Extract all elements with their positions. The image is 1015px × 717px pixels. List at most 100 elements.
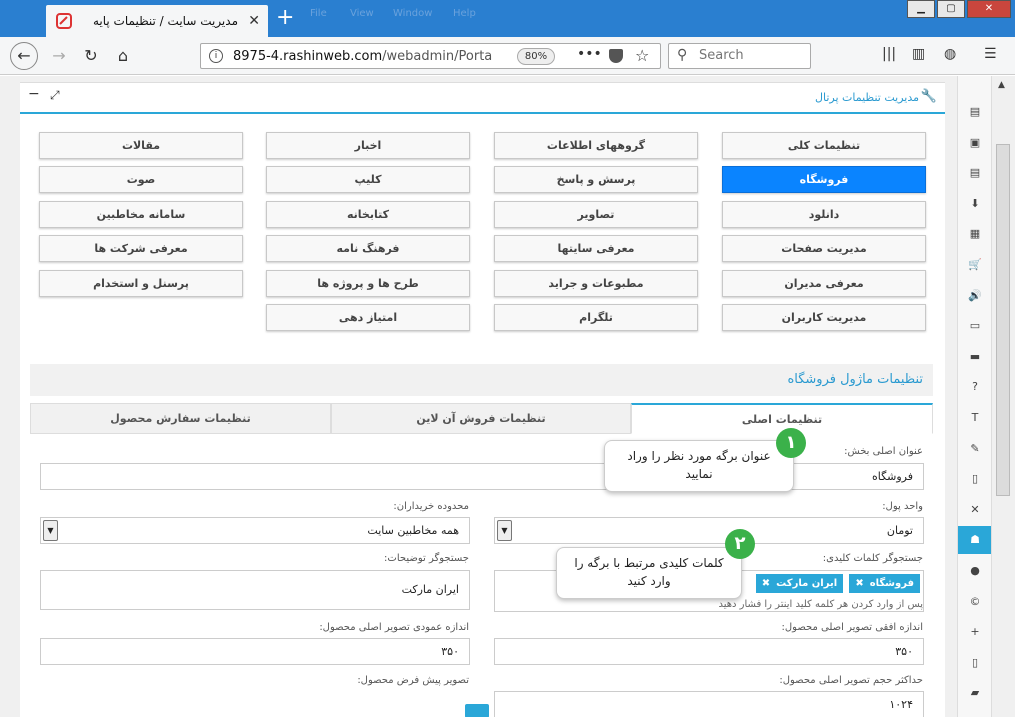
menu-help[interactable]: Help xyxy=(453,8,476,19)
tab-close-icon[interactable]: ✕ xyxy=(248,13,260,29)
callout-bubble-title: عنوان برگه مورد نظر را وراد نمایید xyxy=(604,440,794,492)
search-box[interactable]: ⚲ xyxy=(668,43,811,69)
minimize-icon[interactable]: ▁ xyxy=(907,0,935,18)
window-close-icon[interactable]: ✕ xyxy=(967,0,1011,18)
maxsize-label: حداکثر حجم تصویر اصلی محصول: xyxy=(779,675,923,686)
module-button[interactable]: معرفی مدیران xyxy=(722,270,926,297)
forward-icon[interactable]: → xyxy=(48,45,70,67)
module-button[interactable]: دانلود xyxy=(722,201,926,228)
description-input[interactable]: ایران مارکت xyxy=(40,570,470,610)
module-button[interactable]: پرسش و پاسخ xyxy=(494,166,698,193)
menu-file[interactable]: File xyxy=(310,8,327,19)
back-icon[interactable]: ← xyxy=(10,42,38,70)
hamburger-menu-icon[interactable]: ☰ xyxy=(984,46,997,62)
scrollbar-thumb[interactable] xyxy=(996,144,1010,496)
expand-icon[interactable]: ⤢ xyxy=(50,88,60,103)
section-title: تنظیمات ماژول فروشگاه xyxy=(787,372,923,387)
monitor-icon[interactable]: ▭ xyxy=(958,312,992,340)
mail-icon[interactable]: ✉ xyxy=(958,710,992,717)
book-icon[interactable]: ▬ xyxy=(958,343,992,371)
film-icon[interactable]: ▦ xyxy=(958,220,992,248)
zoom-indicator[interactable]: 80% xyxy=(517,48,555,65)
maxsize-input[interactable]: ۱۰۲۴ xyxy=(494,691,924,717)
mobile-icon[interactable]: ▯ xyxy=(958,649,992,677)
buyers-select[interactable]: همه مخاطبین سایت ▼ xyxy=(40,517,470,544)
hsize-input[interactable]: ۳۵۰ xyxy=(494,638,924,665)
panel-header: 🔧 مدیریت تنظیمات پرتال − ⤢ xyxy=(20,83,945,114)
currency-select[interactable]: تومان ▼ xyxy=(494,517,924,544)
tab-online-sales[interactable]: تنظیمات فروش آن لاین xyxy=(331,403,631,434)
url-text[interactable]: 8975-4.rashinweb.com/webadmin/Porta xyxy=(233,49,492,64)
remove-tag-icon[interactable]: ✖ xyxy=(762,578,770,589)
module-button[interactable]: تنظیمات کلی xyxy=(722,132,926,159)
address-bar[interactable]: i 8975-4.rashinweb.com/webadmin/Porta 80… xyxy=(200,43,661,69)
module-button[interactable]: معرفی سایتها xyxy=(494,235,698,262)
module-button[interactable]: فروشگاه xyxy=(722,166,926,193)
browser-tab[interactable]: مدیریت سایت / تنظیمات پایه ✕ xyxy=(46,5,268,37)
file-x-icon[interactable]: ✕ xyxy=(958,496,992,524)
module-button[interactable]: طرح ها و پروژه ها xyxy=(266,270,470,297)
module-button[interactable]: کلیپ xyxy=(266,166,470,193)
module-button[interactable]: تلگرام xyxy=(494,304,698,331)
globe-icon[interactable]: ◍ xyxy=(944,46,956,62)
search-input[interactable] xyxy=(699,48,799,63)
menu-window[interactable]: Window xyxy=(393,8,432,19)
file-icon[interactable]: ▯ xyxy=(958,465,992,493)
cart-icon[interactable]: 🛒 xyxy=(958,251,992,279)
volume-icon[interactable]: 🔊 xyxy=(958,282,992,310)
new-tab-icon[interactable]: + xyxy=(276,6,294,30)
vsize-label: اندازه عمودی تصویر اصلی محصول: xyxy=(319,622,469,633)
home-icon[interactable]: ⌂ xyxy=(112,45,134,67)
module-button[interactable]: گروههای اطلاعات xyxy=(494,132,698,159)
chevron-down-icon[interactable]: ▼ xyxy=(497,520,512,541)
module-button[interactable]: تصاویر xyxy=(494,201,698,228)
tag-icon[interactable]: ☗ xyxy=(958,526,992,555)
question-icon[interactable]: ? xyxy=(958,373,992,401)
module-button[interactable]: مقالات xyxy=(39,132,243,159)
scroll-up-icon[interactable]: ▲ xyxy=(998,80,1005,90)
library-icon[interactable]: ||| xyxy=(882,46,896,62)
bookmark-star-icon[interactable]: ☆ xyxy=(635,46,649,65)
module-button[interactable]: صوت xyxy=(39,166,243,193)
currency-value: تومان xyxy=(886,524,913,537)
upload-icon[interactable] xyxy=(465,704,489,717)
module-button[interactable]: مدیریت کاربران xyxy=(722,304,926,331)
module-button[interactable]: اخبار xyxy=(266,132,470,159)
copyright-icon[interactable]: © xyxy=(958,588,992,616)
module-button[interactable]: مدیریت صفحات xyxy=(722,235,926,262)
site-favicon-icon xyxy=(56,13,72,29)
menu-view[interactable]: View xyxy=(350,8,374,19)
collapse-icon[interactable]: − xyxy=(28,86,40,102)
document-icon[interactable]: ▤ xyxy=(958,159,992,187)
module-button[interactable]: امتیاز دهی xyxy=(266,304,470,331)
module-button[interactable]: سامانه مخاطبین xyxy=(39,201,243,228)
page-actions-icon[interactable]: ••• xyxy=(577,46,602,62)
user-icon[interactable]: ● xyxy=(958,557,992,585)
text-icon[interactable]: T xyxy=(958,404,992,432)
sidebar-toggle-icon[interactable]: ▥ xyxy=(912,46,925,62)
tab-order-settings[interactable]: تنظیمات سفارش محصول xyxy=(30,403,331,434)
maximize-icon[interactable]: ▢ xyxy=(937,0,965,18)
info-icon[interactable]: i xyxy=(209,49,223,63)
report-icon[interactable]: ▤ xyxy=(958,98,992,126)
image-icon[interactable]: ▣ xyxy=(958,129,992,157)
chevron-down-icon[interactable]: ▼ xyxy=(43,520,58,541)
chat-icon[interactable]: ▰ xyxy=(958,679,992,707)
hsize-label: اندازه افقی تصویر اصلی محصول: xyxy=(781,622,923,633)
user-plus-icon[interactable]: + xyxy=(958,618,992,646)
module-button[interactable]: مطبوعات و جراید xyxy=(494,270,698,297)
download-icon[interactable]: ⬇ xyxy=(958,190,992,218)
panel-title: مدیریت تنظیمات پرتال xyxy=(815,91,919,104)
reload-icon[interactable]: ↻ xyxy=(80,45,102,67)
vsize-input[interactable]: ۳۵۰ xyxy=(40,638,470,665)
module-button[interactable]: فرهنگ نامه xyxy=(266,235,470,262)
scrollbar[interactable]: ▲ xyxy=(991,76,1015,717)
pocket-icon[interactable] xyxy=(609,49,623,63)
module-button[interactable]: پرسنل و استخدام xyxy=(39,270,243,297)
module-button[interactable]: معرفی شرکت ها xyxy=(39,235,243,262)
keyword-tag-label: فروشگاه xyxy=(869,578,914,589)
browser-titlebar: مدیریت سایت / تنظیمات پایه ✕ + File View… xyxy=(0,0,1015,37)
pin-icon[interactable]: ✎ xyxy=(958,435,992,463)
module-button[interactable]: کتابخانه xyxy=(266,201,470,228)
remove-tag-icon[interactable]: ✖ xyxy=(855,578,863,589)
